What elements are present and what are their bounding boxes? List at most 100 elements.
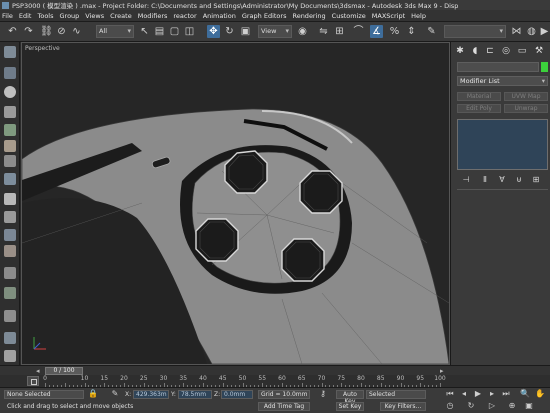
zoom-icon[interactable]: 🔍	[520, 389, 530, 399]
motion-tab-icon[interactable]: ◎	[501, 46, 511, 56]
pan-icon[interactable]: ✋	[535, 389, 545, 399]
y-coordinate-field[interactable]: 78.5mm	[178, 390, 212, 399]
redo-icon[interactable]: ↷	[22, 25, 35, 38]
time-prev-icon[interactable]: ◂	[36, 367, 40, 375]
display-tab-icon[interactable]: ▭	[517, 46, 527, 56]
snap-toggle-icon[interactable]: ⌒	[352, 25, 365, 38]
modifier-stack-list[interactable]	[457, 119, 548, 170]
helpers-tool-icon[interactable]	[4, 155, 16, 167]
menu-graph-editors[interactable]: Graph Editors	[242, 12, 287, 20]
unwrap-button[interactable]: Unwrap	[504, 104, 548, 113]
play-icon[interactable]: ▶	[473, 389, 483, 399]
menu-tools[interactable]: Tools	[37, 12, 53, 20]
bevel-tool-icon[interactable]	[4, 332, 16, 344]
time-next-icon[interactable]: ▸	[440, 367, 444, 375]
shape-tool-icon[interactable]	[4, 106, 16, 118]
zoom-all-icon[interactable]: ⊕	[507, 401, 517, 411]
pin-stack-icon[interactable]: ⊣	[461, 175, 471, 185]
bind-space-warp-icon[interactable]: ∿	[70, 25, 83, 38]
perspective-viewport[interactable]: Perspective	[21, 42, 450, 365]
goto-start-icon[interactable]: ⏮	[445, 389, 455, 399]
menu-create[interactable]: Create	[110, 12, 132, 20]
angle-snap-icon[interactable]: ∡	[370, 25, 383, 38]
select-link-icon[interactable]: ⛓	[40, 25, 53, 38]
menu-maxscript[interactable]: MAXScript	[372, 12, 405, 20]
track-bar[interactable]: 0 10 15 20 25 30 35 40 45 50 55 60 65 70 75 80 85 90 95 100	[0, 375, 550, 387]
select-object-icon[interactable]: ↖	[138, 25, 151, 38]
menu-customize[interactable]: Customize	[332, 12, 366, 20]
render-icon[interactable]: ▶	[538, 25, 550, 38]
select-and-scale-icon[interactable]: ▣	[239, 25, 252, 38]
lights-tool-icon[interactable]	[4, 124, 16, 136]
menu-rendering[interactable]: Rendering	[292, 12, 325, 20]
make-unique-icon[interactable]: ∀	[497, 175, 507, 185]
warp-tool-icon[interactable]	[4, 211, 16, 223]
object-color-swatch[interactable]	[541, 62, 548, 72]
modify-tab-icon[interactable]: ◖	[470, 46, 480, 56]
auto-key-button[interactable]: Auto Key	[336, 390, 364, 405]
menu-views[interactable]: Views	[85, 12, 104, 20]
menu-file[interactable]: File	[2, 12, 13, 20]
goto-end-icon[interactable]: ⏭	[501, 389, 511, 399]
viewport-label[interactable]: Perspective	[25, 45, 60, 52]
selection-filter-dropdown[interactable]: All	[96, 25, 134, 38]
mirror-tool-icon[interactable]: ⋈	[510, 25, 523, 38]
auto-key-selection-dropdown[interactable]: Selected	[366, 390, 426, 399]
cameras-tool-icon[interactable]	[4, 140, 16, 152]
pivot-center-icon[interactable]: ◉	[296, 25, 309, 38]
viewport-canvas[interactable]	[22, 43, 449, 364]
menu-modifiers[interactable]: Modifiers	[138, 12, 168, 20]
window-crossing-icon[interactable]: ◫	[183, 25, 196, 38]
curve-editor-icon[interactable]	[27, 376, 39, 386]
percent-snap-icon[interactable]: %	[388, 25, 401, 38]
material-editor-icon[interactable]: ◍	[525, 25, 538, 38]
hierarchy-tab-icon[interactable]: ⊏	[485, 46, 495, 56]
select-by-name-icon[interactable]: ▤	[153, 25, 166, 38]
reference-coordinate-dropdown[interactable]: View	[258, 25, 292, 38]
add-time-tag-button[interactable]: Add Time Tag	[258, 402, 310, 411]
key-filters-button[interactable]: Key Filters...	[380, 402, 426, 411]
modifier-list-dropdown[interactable]: Modifier List	[457, 76, 548, 86]
named-selection-sets-dropdown[interactable]	[444, 25, 506, 38]
previous-frame-icon[interactable]: ◂	[459, 389, 469, 399]
select-and-rotate-icon[interactable]: ↻	[223, 25, 236, 38]
select-and-move-icon[interactable]: ✥	[207, 25, 220, 38]
maximize-viewport-icon[interactable]: ▣	[524, 401, 534, 411]
uvw-map-button[interactable]: UVW Map	[504, 92, 548, 101]
mirror-icon[interactable]: ⇋	[317, 25, 330, 38]
transform-type-in-icon[interactable]: ✎	[110, 389, 120, 399]
spinner-snap-icon[interactable]: ⇕	[405, 25, 418, 38]
menu-group[interactable]: Group	[60, 12, 80, 20]
object-name-field[interactable]	[457, 62, 539, 72]
rotate-tool-icon[interactable]	[4, 86, 16, 98]
create-box-icon[interactable]	[4, 46, 16, 58]
time-slider[interactable]: 0 / 100	[45, 367, 83, 375]
systems-tool-icon[interactable]	[4, 229, 16, 241]
loop-tool-icon[interactable]	[4, 267, 16, 279]
show-end-result-icon[interactable]: Ⅱ	[480, 175, 490, 185]
frame-ruler[interactable]: 0 10 15 20 25 30 35 40 45 50 55 60 65 70 75 80 85 90 95 100	[43, 375, 446, 387]
create-sphere-icon[interactable]	[4, 67, 16, 79]
menu-help[interactable]: Help	[411, 12, 426, 20]
rectangular-selection-icon[interactable]: ▢	[168, 25, 181, 38]
set-key-button[interactable]: Set Key	[336, 402, 364, 411]
orbit-icon[interactable]: ↻	[466, 401, 476, 411]
lock-selection-icon[interactable]: 🔒	[88, 389, 98, 399]
utilities-tab-icon[interactable]: ⚒	[534, 46, 544, 56]
unlink-icon[interactable]: ⊘	[55, 25, 68, 38]
next-frame-icon[interactable]: ▸	[487, 389, 497, 399]
brush-tool-icon[interactable]	[4, 193, 16, 205]
paint-tool-icon[interactable]	[4, 173, 16, 185]
grid-tool-icon[interactable]	[4, 245, 16, 257]
time-config-icon[interactable]: ◷	[445, 401, 455, 411]
chamfer-tool-icon[interactable]	[4, 350, 16, 362]
key-mode-icon[interactable]: ⚷	[318, 389, 328, 399]
relax-tool-icon[interactable]	[4, 287, 16, 299]
create-tab-icon[interactable]: ✱	[455, 46, 465, 56]
field-of-view-icon[interactable]: ▷	[487, 401, 497, 411]
menu-animation[interactable]: Animation	[203, 12, 236, 20]
align-icon[interactable]: ⊞	[333, 25, 346, 38]
undo-icon[interactable]: ↶	[6, 25, 19, 38]
remove-modifier-icon[interactable]: ⊍	[514, 175, 524, 185]
x-coordinate-field[interactable]: 429.363m	[133, 390, 169, 399]
